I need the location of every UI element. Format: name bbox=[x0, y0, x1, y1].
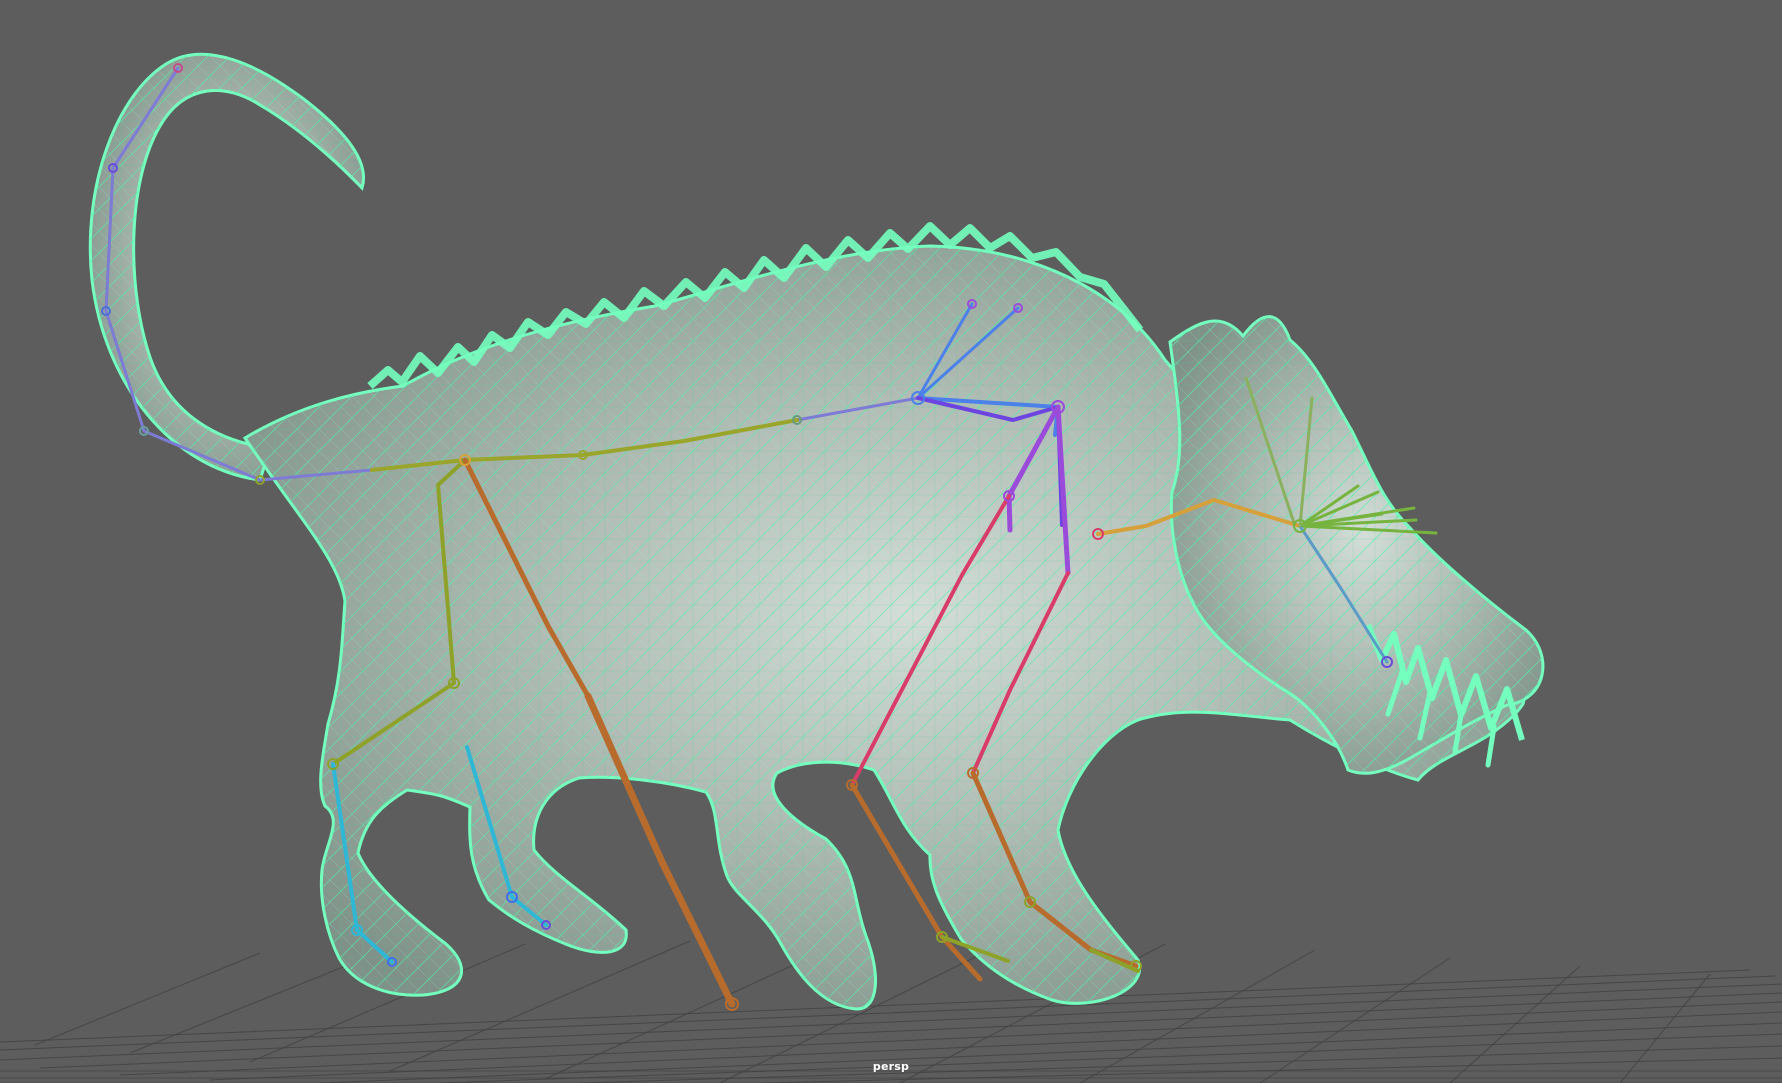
creature-wireframe-mesh[interactable] bbox=[88, 52, 1545, 1011]
viewport-scene[interactable] bbox=[0, 0, 1782, 1083]
maya-perspective-viewport[interactable]: persp bbox=[0, 0, 1782, 1083]
ground-grid bbox=[0, 938, 1782, 1083]
